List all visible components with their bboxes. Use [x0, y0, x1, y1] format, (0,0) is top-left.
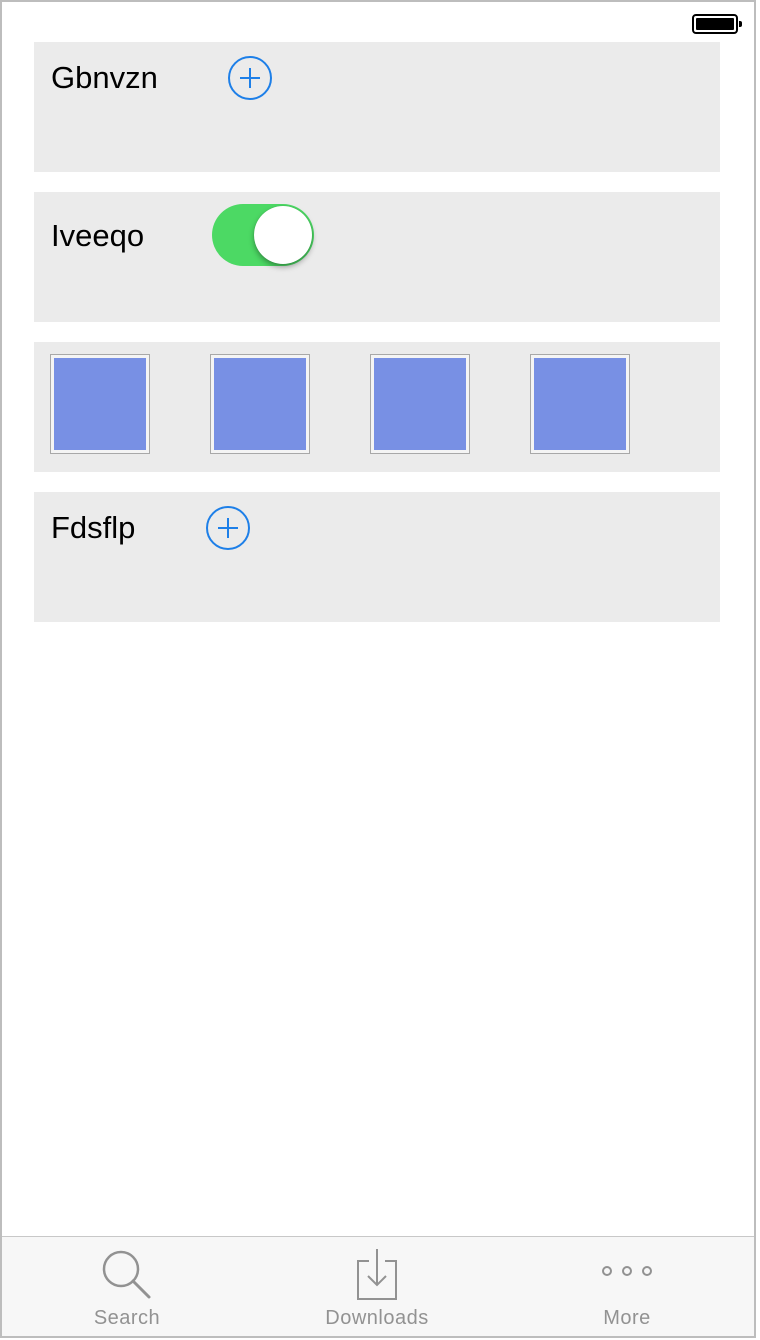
card-label: Gbnvzn: [51, 60, 158, 95]
plus-circle-icon: [218, 518, 238, 538]
iveeqo-toggle[interactable]: [212, 204, 314, 266]
tab-label: More: [603, 1307, 651, 1329]
battery-full-icon: [692, 14, 742, 34]
color-swatch[interactable]: [50, 354, 150, 454]
card-label: Fdsflp: [51, 510, 136, 545]
tab-label: Downloads: [325, 1307, 429, 1329]
tab-search[interactable]: Search: [2, 1237, 252, 1336]
status-bar: [2, 2, 754, 42]
tab-bar: Search Downloads More: [2, 1236, 754, 1336]
color-swatch[interactable]: [210, 354, 310, 454]
plus-circle-icon: [240, 68, 260, 88]
tab-more[interactable]: More: [502, 1237, 752, 1336]
card-fdsflp: Fdsflp: [34, 492, 720, 622]
tab-label: Search: [93, 1307, 161, 1329]
card-swatches: [34, 342, 720, 472]
add-button[interactable]: [206, 506, 250, 550]
tab-downloads[interactable]: Downloads: [252, 1237, 502, 1336]
card-iveeqo: Iveeqo: [34, 192, 720, 322]
card-gbnvzn: Gbnvzn: [34, 42, 720, 172]
search-icon: [102, 1250, 151, 1299]
toggle-knob: [254, 206, 312, 264]
add-button[interactable]: [228, 56, 272, 100]
download-icon: [357, 1249, 397, 1300]
card-label: Iveeqo: [51, 218, 145, 253]
more-icon: [602, 1266, 652, 1276]
color-swatch[interactable]: [370, 354, 470, 454]
app-screen: Gbnvzn Iveeqo Fdsflp Search Downloads Mo…: [0, 0, 756, 1338]
color-swatch[interactable]: [530, 354, 630, 454]
